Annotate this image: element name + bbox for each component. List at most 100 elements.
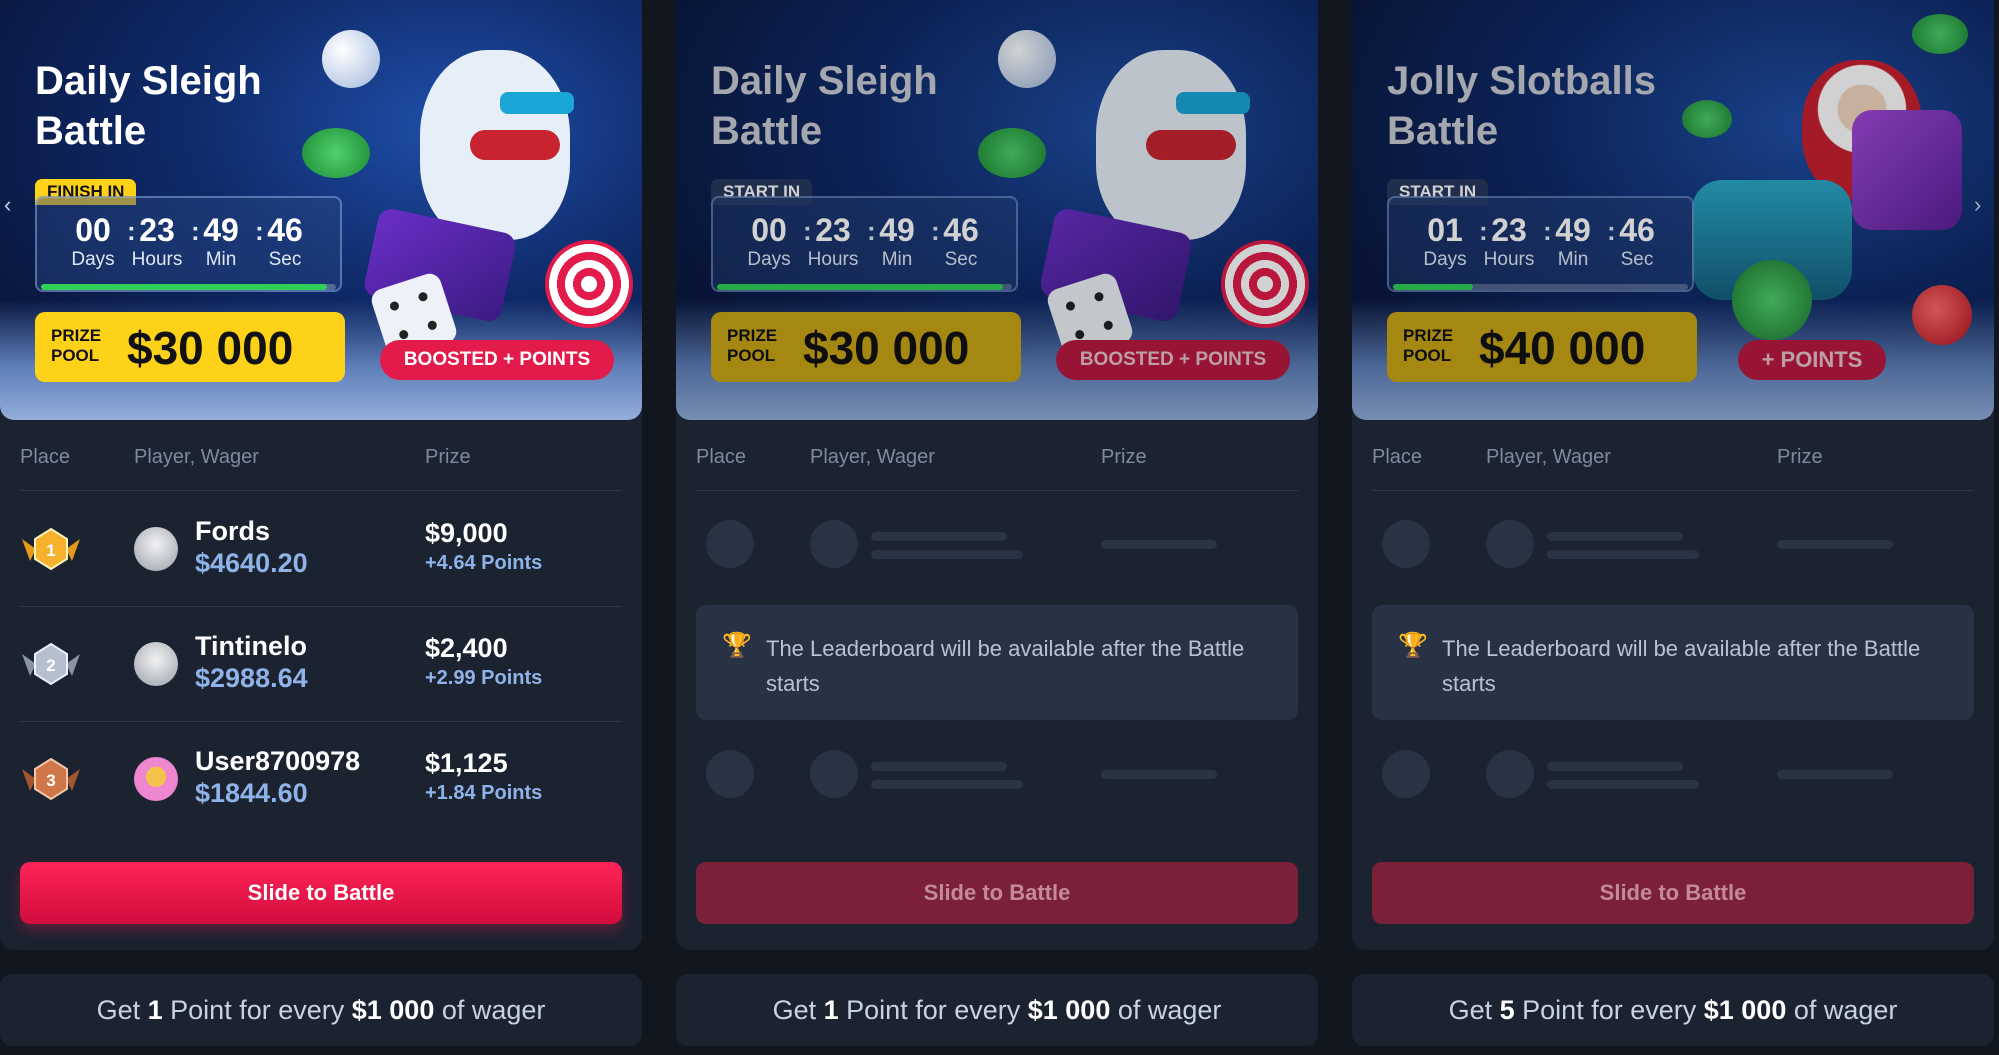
boost-badge: BOOSTED + POINTS	[1056, 340, 1290, 380]
leaderboard-notice: 🏆 The Leaderboard will be available afte…	[1372, 605, 1974, 720]
prize-pool-badge: PRIZE POOL $40 000	[1387, 312, 1697, 382]
place-number: 1	[46, 541, 55, 560]
battle-card-panel: › Jolly Slotballs Battle START IN 01 Days…	[1352, 0, 1994, 950]
sunglasses-icon	[500, 92, 574, 114]
timer-days-label: Days	[71, 249, 115, 270]
battle-card-2: Daily Sleigh Battle START IN 00 Days : 23…	[676, 0, 1318, 1046]
skeleton-circle	[1382, 750, 1430, 798]
player-wager: $1844.60	[195, 778, 308, 808]
sunglasses-icon	[1176, 92, 1250, 114]
leaderboard-row[interactable]: 2 Tintinelo $2988.64 $2,400 +2.99 Points	[20, 607, 622, 722]
footer-points-count: 1	[147, 995, 163, 1025]
battle-card-panel: ‹ Daily Sleigh Battle FINISH IN 00 Days :…	[0, 0, 642, 950]
skeleton-bar	[1777, 770, 1893, 779]
points-info-footer: Get 5 Point for every $1 000 of wager	[1352, 974, 1994, 1046]
timer-min-label: Min	[205, 249, 237, 270]
footer-wager-amount: $1 000	[1703, 995, 1787, 1025]
countdown-timer: 00 Days : 23 Hours : 49 Min : 46 Sec	[35, 196, 342, 292]
timer-progress-bar	[1393, 284, 1688, 290]
timer-min-label: Min	[881, 249, 913, 270]
skeleton-circle	[810, 750, 858, 798]
timer-hours-label: Hours	[131, 249, 183, 270]
timer-days: 01	[1427, 212, 1463, 248]
skeleton-row	[696, 750, 1298, 810]
coin-icon	[1912, 14, 1968, 54]
column-player: Player, Wager	[1486, 446, 1611, 468]
skeleton-bar	[871, 550, 1023, 559]
scarf-illustration	[470, 130, 560, 160]
timer-days-label: Days	[1423, 249, 1467, 270]
column-place: Place	[1372, 446, 1423, 468]
timer-hours: 23	[139, 212, 175, 248]
column-place: Place	[20, 446, 71, 468]
apple-icon	[1912, 285, 1972, 345]
carousel-next-icon[interactable]: ›	[1974, 192, 1981, 218]
player-name: Fords	[195, 516, 271, 546]
timer-hours-label: Hours	[807, 249, 859, 270]
raccoon-avatar	[134, 642, 178, 686]
timer-hours: 23	[815, 212, 851, 248]
footer-text: Point for every	[846, 995, 1021, 1025]
leaderboard-header: Place Player, Wager Prize	[696, 446, 1298, 491]
trophy-icon: 🏆	[1398, 632, 1428, 659]
footer-text: of wager	[1117, 995, 1222, 1025]
skeleton-bar	[1101, 770, 1217, 779]
timer-min-label: Min	[1557, 249, 1589, 270]
skeleton-circle	[1382, 520, 1430, 568]
points-info-footer: Get 1 Point for every $1 000 of wager	[0, 974, 642, 1046]
boost-badge: BOOSTED + POINTS	[380, 340, 614, 380]
skeleton-bar	[871, 532, 1007, 541]
column-prize: Prize	[1101, 446, 1147, 468]
prize-amount: $30 000	[127, 322, 294, 374]
bronze-medal-icon: 3	[22, 757, 80, 801]
slot-machine-illustration	[1852, 110, 1962, 230]
skeleton-bar	[1777, 540, 1893, 549]
prize-pool-label: PRIZE	[51, 326, 102, 345]
leaderboard-row[interactable]: 1 Fords $4640.20 $9,000 +4.64 Points	[20, 492, 622, 607]
prize-pool-label: PRIZE	[1403, 326, 1454, 345]
notice-text: The Leaderboard will be available after …	[766, 636, 1245, 696]
player-points: +1.84 Points	[425, 782, 543, 804]
skeleton-circle	[706, 750, 754, 798]
skeleton-bar	[1547, 762, 1683, 771]
skeleton-circle	[1486, 750, 1534, 798]
slide-to-battle-button[interactable]: Slide to Battle	[696, 862, 1298, 924]
skeleton-row	[1372, 520, 1974, 580]
player-name: Tintinelo	[195, 631, 307, 661]
slide-to-battle-button[interactable]: Slide to Battle	[20, 862, 622, 924]
leaderboard-row[interactable]: 3 User8700978 $1844.60 $1,125 +1.84 Poin…	[20, 722, 622, 837]
skeleton-bar	[871, 762, 1007, 771]
timer-hours: 23	[1491, 212, 1527, 248]
skeleton-circle	[706, 520, 754, 568]
carousel-prev-icon[interactable]: ‹	[4, 192, 11, 218]
prize-pool-label: PRIZE	[727, 326, 778, 345]
slide-to-battle-button[interactable]: Slide to Battle	[1372, 862, 1974, 924]
timer-progress-fill	[717, 284, 1004, 290]
raccoon-avatar	[134, 527, 178, 571]
footer-wager-amount: $1 000	[351, 995, 435, 1025]
timer-progress-fill	[1393, 284, 1473, 290]
player-prize: $2,400	[425, 633, 508, 663]
skeleton-row	[1372, 750, 1974, 810]
gold-medal-icon: 1	[22, 527, 80, 571]
player-wager: $2988.64	[195, 663, 308, 693]
skeleton-bar	[1547, 550, 1699, 559]
scarf-illustration	[1146, 130, 1236, 160]
notice-text: The Leaderboard will be available after …	[1442, 636, 1921, 696]
timer-progress-fill	[41, 284, 328, 290]
skeleton-circle	[810, 520, 858, 568]
timer-hours-label: Hours	[1483, 249, 1535, 270]
skeleton-row	[696, 520, 1298, 580]
timer-days: 00	[75, 212, 111, 248]
timer-min: 49	[1555, 212, 1591, 248]
place-number: 3	[46, 771, 55, 790]
trophy-icon: 🏆	[722, 632, 752, 659]
timer-sec-label: Sec	[1620, 249, 1654, 270]
skeleton-bar	[1547, 780, 1699, 789]
king-avatar	[134, 757, 178, 801]
player-name: User8700978	[195, 746, 361, 776]
player-wager: $4640.20	[195, 548, 308, 578]
timer-sec-label: Sec	[268, 249, 302, 270]
battle-banner: ‹ Daily Sleigh Battle FINISH IN 00 Days :…	[0, 0, 642, 420]
candy-icon	[545, 240, 633, 328]
